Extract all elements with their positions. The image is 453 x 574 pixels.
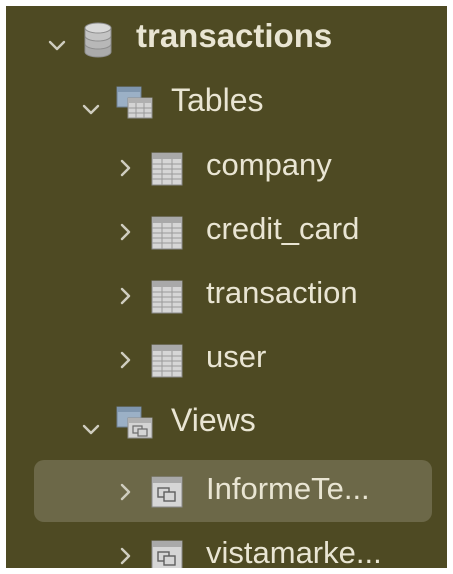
chevron-right-icon[interactable] [114,481,136,503]
view-label: vistamarke... [206,535,382,568]
tree-item-table-company[interactable]: company [6,134,447,190]
tree-item-tables-folder[interactable]: Tables [6,70,447,126]
chevron-right-icon[interactable] [114,349,136,371]
table-icon [151,344,183,378]
chevron-right-icon[interactable] [114,157,136,179]
view-label: InformeTe... [206,471,370,506]
tables-folder-label: Tables [171,82,264,118]
chevron-right-icon[interactable] [114,285,136,307]
view-icon [151,540,183,568]
view-icon [151,476,183,508]
chevron-down-icon[interactable] [80,418,102,440]
table-label: credit_card [206,211,360,246]
views-folder-icon [116,406,154,440]
chevron-right-icon[interactable] [114,221,136,243]
tree-item-table-credit-card[interactable]: credit_card [6,198,447,254]
tree-item-database-transactions[interactable]: transactions [6,6,447,62]
table-label: company [206,147,332,182]
table-icon [151,280,183,314]
table-label: user [206,339,267,374]
database-label: transactions [136,17,333,54]
chevron-down-icon[interactable] [46,34,68,56]
tree-item-table-user[interactable]: user [6,326,447,382]
chevron-down-icon[interactable] [80,98,102,120]
tables-folder-icon [116,86,154,120]
database-icon [83,22,113,60]
table-label: transaction [206,275,358,310]
chevron-right-icon[interactable] [114,545,136,567]
table-icon [151,216,183,250]
tree-item-views-folder[interactable]: Views [6,390,447,446]
tree-item-view-vistamarke[interactable]: vistamarke... [6,522,447,568]
database-tree-panel: transactions Tables company credit_card … [6,6,447,568]
table-icon [151,152,183,186]
tree-item-view-informete[interactable]: InformeTe... [6,458,447,522]
tree-item-table-transaction[interactable]: transaction [6,262,447,318]
views-folder-label: Views [171,402,256,438]
